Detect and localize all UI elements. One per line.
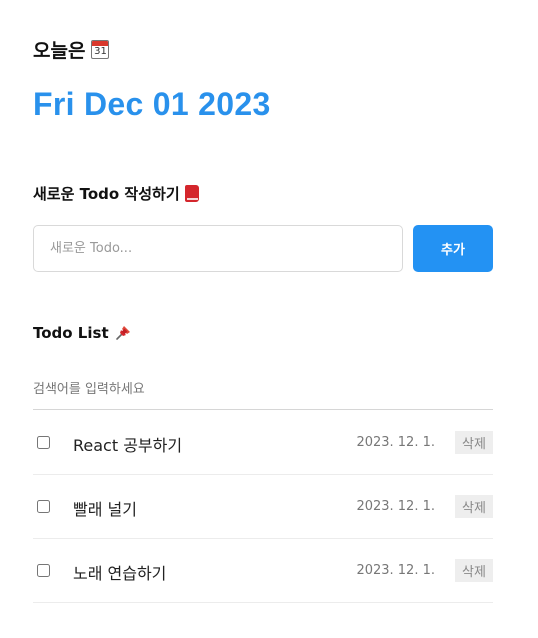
delete-button[interactable]: 삭제 [455, 431, 493, 454]
list-title-text: Todo List [33, 324, 109, 342]
todo-checkbox[interactable] [37, 436, 50, 449]
pushpin-icon [114, 324, 132, 342]
todo-list: React 공부하기 2023. 12. 1. 삭제 빨래 널기 2023. 1… [33, 411, 493, 603]
delete-button[interactable]: 삭제 [455, 559, 493, 582]
editor-title: 새로운 Todo 작성하기 [33, 183, 199, 204]
delete-button[interactable]: 삭제 [455, 495, 493, 518]
red-book-icon [184, 185, 199, 202]
todo-content: 빨래 널기 [73, 500, 137, 519]
todo-item: 빨래 널기 2023. 12. 1. 삭제 [33, 475, 493, 539]
todo-item: React 공부하기 2023. 12. 1. 삭제 [33, 411, 493, 475]
todo-date: 2023. 12. 1. [356, 499, 435, 514]
todo-content: React 공부하기 [73, 436, 183, 455]
editor-title-text: 새로운 Todo 작성하기 [33, 185, 180, 203]
todo-checkbox[interactable] [37, 564, 50, 577]
new-todo-input[interactable] [33, 225, 403, 272]
todo-item: 노래 연습하기 2023. 12. 1. 삭제 [33, 539, 493, 603]
todo-date: 2023. 12. 1. [356, 563, 435, 578]
header: 오늘은 31 [33, 36, 110, 63]
list-title: Todo List [33, 324, 132, 342]
todo-content: 노래 연습하기 [73, 564, 167, 583]
calendar-icon: 31 [91, 40, 110, 59]
search-input[interactable] [33, 370, 493, 410]
todo-date: 2023. 12. 1. [356, 435, 435, 450]
editor-row: 추가 [33, 225, 493, 272]
today-label: 오늘은 [33, 40, 86, 62]
todo-checkbox[interactable] [37, 500, 50, 513]
current-date: Fri Dec 01 2023 [33, 86, 271, 122]
add-button[interactable]: 추가 [413, 225, 493, 272]
